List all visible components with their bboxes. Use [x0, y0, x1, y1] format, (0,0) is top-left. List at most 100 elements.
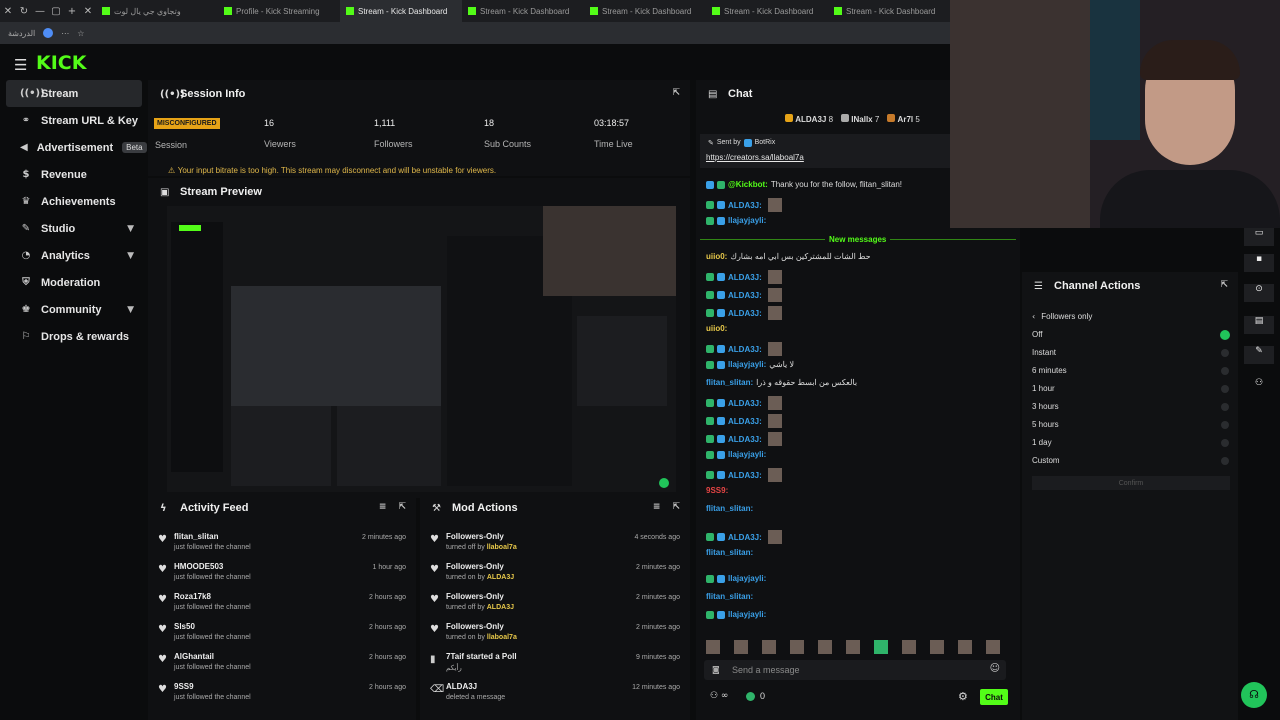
sidebar-item-analytics[interactable]: ◔ Analytics ▼ — [6, 242, 142, 269]
mod-action-item[interactable]: ♥ Followers-Only turned on by llaboal7a 2 m… — [420, 620, 690, 650]
followers-only-option[interactable]: Off — [1032, 330, 1043, 339]
browser-tab[interactable]: وتجاوي جي يال لوت — [96, 0, 218, 22]
chat-username[interactable]: llajayjayli: — [728, 216, 766, 225]
followers-only-back[interactable]: ‹ Followers only — [1032, 312, 1092, 321]
emote-icon[interactable] — [874, 640, 888, 654]
browser-tab[interactable]: Profile - Kick Streaming — [218, 0, 340, 22]
mod-action-by[interactable]: ALDA3J — [487, 604, 514, 611]
profile-icon[interactable] — [43, 28, 54, 38]
chat-username[interactable]: llajayjayli: — [728, 574, 766, 583]
mod-action-item[interactable]: ♥ Followers-Only turned off by llaboal7a 4 … — [420, 530, 690, 560]
chat-username[interactable]: flitan_slitan: — [706, 548, 753, 557]
followers-only-option[interactable]: 5 hours — [1032, 420, 1059, 429]
followers-only-option[interactable]: 3 hours — [1032, 402, 1059, 411]
chat-username[interactable]: ALDA3J: — [728, 417, 762, 426]
chat-username[interactable]: ALDA3J: — [728, 345, 762, 354]
activity-user[interactable]: HMOODE503 — [174, 562, 223, 571]
emote-icon[interactable] — [734, 640, 748, 654]
browser-tab[interactable]: Stream - Kick Dashboard — [706, 0, 828, 22]
radio-button[interactable] — [1221, 403, 1229, 411]
activity-user[interactable]: Roza17k8 — [174, 592, 211, 601]
chat-username[interactable]: ALDA3J: — [728, 399, 762, 408]
popout-icon[interactable]: ⇱ — [672, 88, 680, 98]
chat-username[interactable]: flitan_slitan: — [706, 378, 753, 387]
chat-username[interactable]: llajayjayli: — [728, 360, 766, 369]
sidebar-item-drops-rewards[interactable]: ⚐ Drops & rewards — [6, 323, 142, 350]
chat-username[interactable]: llajayjayli: — [728, 610, 766, 619]
activity-user[interactable]: AlGhantail — [174, 652, 214, 661]
sidebar-item-moderation[interactable]: ⛨ Moderation — [6, 269, 142, 296]
followers-only-option[interactable]: 1 hour — [1032, 384, 1055, 393]
chat-username[interactable]: uiio0: — [706, 252, 727, 261]
confirm-button[interactable]: Confirm — [1032, 476, 1230, 490]
chat-input[interactable]: ◙ Send a message ☺ — [704, 660, 1006, 680]
support-icon[interactable]: ☊ — [1241, 682, 1267, 708]
menu-dots-icon[interactable]: ⋯ — [61, 29, 69, 38]
mod-action-by[interactable]: llaboal7a — [487, 544, 517, 551]
hamburger-menu-icon[interactable]: ☰ — [14, 56, 27, 74]
emote-icon[interactable] — [930, 640, 944, 654]
radio-button[interactable] — [1221, 331, 1229, 339]
chat-username[interactable]: ALDA3J: — [728, 201, 762, 210]
mod-action-item[interactable]: ♥ Followers-Only turned off by ALDA3J 2 min… — [420, 590, 690, 620]
rail-users-icon[interactable]: ⚇ — [1244, 378, 1274, 396]
minimize-icon[interactable]: — — [32, 6, 48, 17]
sidebar-item-stream-url-key[interactable]: ⚭ Stream URL & Key — [6, 107, 142, 134]
activity-user[interactable]: Sls50 — [174, 622, 195, 631]
maximize-icon[interactable]: ▢ — [48, 6, 64, 17]
popout-icon[interactable]: ⇱ — [1220, 280, 1228, 290]
chat-username[interactable]: flitan_slitan: — [706, 592, 753, 601]
popout-icon[interactable]: ⇱ — [672, 502, 680, 512]
browser-tab[interactable]: Stream - Kick Dashboard — [828, 0, 950, 22]
emote-icon[interactable] — [706, 640, 720, 654]
chat-username[interactable]: ALDA3J: — [728, 533, 762, 542]
emote-icon[interactable] — [790, 640, 804, 654]
mod-action-by[interactable]: ALDA3J — [487, 574, 514, 581]
popout-icon[interactable]: ⇱ — [398, 502, 406, 512]
browser-tab[interactable]: Stream - Kick Dashboard — [340, 0, 462, 22]
radio-button[interactable] — [1221, 439, 1229, 447]
emote-icon[interactable] — [818, 640, 832, 654]
chat-username[interactable]: ALDA3J: — [728, 291, 762, 300]
emote-icon[interactable] — [986, 640, 1000, 654]
chat-username[interactable]: ALDA3J: — [728, 309, 762, 318]
mod-action-item[interactable]: ▮ 7Taif started a Poll رأيكم 9 minutes ago — [420, 650, 690, 680]
sidebar-item-achievements[interactable]: ♛ Achievements — [6, 188, 142, 215]
send-chat-button[interactable]: Chat — [980, 689, 1008, 705]
mod-action-item[interactable]: ⌫ ALDA3J deleted a message 12 minutes ago — [420, 680, 690, 710]
followers-only-option[interactable]: Instant — [1032, 348, 1056, 357]
mod-action-by[interactable]: llaboal7a — [487, 634, 517, 641]
filter-icon[interactable]: ≡ — [379, 502, 387, 512]
chat-username[interactable]: 9SS9: — [706, 486, 728, 495]
reload-icon[interactable]: ↻ — [16, 6, 32, 17]
tab-close-icon[interactable]: ✕ — [80, 6, 96, 17]
star-icon[interactable]: ☆ — [77, 29, 84, 38]
sidebar-item-community[interactable]: ♚ Community ▼ — [6, 296, 142, 323]
rail-chat-icon[interactable]: ▪ — [1244, 254, 1274, 272]
radio-button[interactable] — [1221, 457, 1229, 465]
rail-broadcast-icon[interactable]: ⊙ — [1244, 284, 1274, 302]
sidebar-item-revenue[interactable]: $ Revenue — [6, 161, 142, 188]
radio-button[interactable] — [1221, 349, 1229, 357]
kick-logo[interactable]: KICK — [36, 52, 86, 74]
activity-item[interactable]: ♥ HMOODE503 just followed the channel 1 hou… — [148, 560, 416, 590]
rail-wrench-icon[interactable]: ✎ — [1244, 346, 1274, 364]
followers-only-option[interactable]: 6 minutes — [1032, 366, 1067, 375]
activity-item[interactable]: ♥ Sls50 just followed the channel 2 hours a… — [148, 620, 416, 650]
radio-button[interactable] — [1221, 385, 1229, 393]
activity-user[interactable]: flitan_slitan — [174, 532, 218, 541]
chat-username[interactable]: ALDA3J: — [728, 471, 762, 480]
new-tab-icon[interactable]: + — [64, 6, 80, 17]
top-chatter[interactable]: INallx 7 — [841, 114, 879, 124]
pinned-link[interactable]: https://creators.sa/llaboal7a — [706, 153, 804, 162]
activity-item[interactable]: ♥ flitan_slitan just followed the channel 2… — [148, 530, 416, 560]
chat-username[interactable]: flitan_slitan: — [706, 504, 753, 513]
followers-only-option[interactable]: Custom — [1032, 456, 1060, 465]
emote-icon[interactable] — [762, 640, 776, 654]
chat-username[interactable]: ALDA3J: — [728, 273, 762, 282]
chat-username[interactable]: @Kickbot: — [728, 180, 768, 189]
browser-tab[interactable]: Stream - Kick Dashboard — [462, 0, 584, 22]
top-chatter[interactable]: Ar7l 5 — [887, 114, 920, 124]
chat-username[interactable]: ALDA3J: — [728, 435, 762, 444]
chat-username[interactable]: llajayjayli: — [728, 450, 766, 459]
